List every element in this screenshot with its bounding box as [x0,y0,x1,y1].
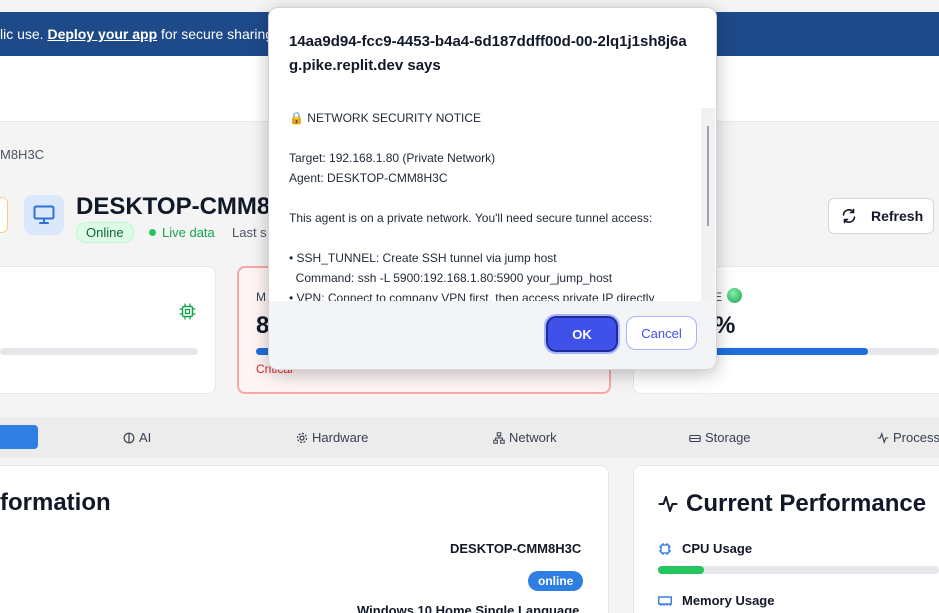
performance-panel [633,465,939,613]
live-data-indicator: Live data [149,225,215,240]
network-icon [493,431,505,444]
cpu-card [0,266,216,394]
status-badge: Online [76,222,134,243]
cancel-button[interactable]: Cancel [626,316,697,350]
ok-button[interactable]: OK [544,314,620,354]
cpu-usage-label: CPU Usage [682,541,753,556]
tab-hardware-label: Hardware [312,430,369,445]
tab-processes[interactable]: Processe [877,430,939,445]
system-information-title: formation [0,489,111,516]
status-pill: online [528,571,584,591]
tab-processes-label: Processe [893,430,939,445]
memory-usage-row: Memory Usage [658,593,774,608]
activity-icon [658,496,678,512]
cpu-usage-row: CPU Usage [658,541,752,556]
memory-icon [658,595,672,606]
live-data-label: Live data [162,225,215,240]
cpu-usage-track [658,566,939,574]
performance-title-label: Current Performance [686,490,927,517]
monitor-icon [24,195,64,235]
banner-prefix: lic use. [0,26,48,42]
gear-icon [296,432,308,443]
status-orb-icon [727,288,742,303]
last-seen-text: Last s [232,225,267,240]
system-information-panel [0,465,609,613]
banner-suffix: for secure sharing [157,26,274,42]
tab-overview[interactable] [0,425,38,449]
hostname-value: DESKTOP-CMM8H3C [450,541,582,556]
tab-storage[interactable]: Storage [689,430,751,445]
cpu-chip-icon [179,303,196,325]
tab-bar: AI Hardware Network Storage Processe [0,417,939,457]
cpu-progress-track [0,348,198,355]
breadcrumb[interactable]: M8H3C [0,147,44,162]
memory-card-label: M [256,290,266,304]
tab-network-label: Network [509,430,557,445]
page-title: DESKTOP-CMM8 [76,193,271,220]
dialog-scrollbar[interactable] [701,108,715,301]
tab-storage-label: Storage [705,430,751,445]
deploy-app-link[interactable]: Deploy your app [47,26,157,42]
tab-ai[interactable]: AI [123,430,151,445]
tab-ai-label: AI [139,430,152,445]
alert-dialog: 14aa9d94-fcc9-4453-b4a4-6d187ddff00d-00-… [268,7,717,370]
dialog-scrollbar-thumb[interactable] [707,126,709,226]
brain-icon [123,432,135,443]
tab-hardware[interactable]: Hardware [296,430,368,445]
refresh-icon [842,208,856,224]
cpu-usage-fill [658,566,704,574]
dialog-message: 🔒 NETWORK SECURITY NOTICE Target: 192.16… [289,111,655,301]
banner-text: lic use. Deploy your app for secure shar… [0,26,273,42]
refresh-button[interactable]: Refresh [828,198,934,234]
back-button[interactable] [0,197,8,233]
live-dot-icon [149,229,156,236]
drive-icon [689,434,701,442]
dialog-title: 14aa9d94-fcc9-4453-b4a4-6d187ddff00d-00-… [289,33,687,74]
os-value: Windows 10 Home Single Language [357,603,580,613]
refresh-label: Refresh [871,208,924,224]
performance-title: Current Performance [658,490,926,518]
cpu-chip-icon [659,542,671,555]
memory-usage-label: Memory Usage [682,593,775,608]
disk-card-value: % [714,312,736,339]
tab-network[interactable]: Network [493,430,557,445]
activity-icon [877,431,889,444]
